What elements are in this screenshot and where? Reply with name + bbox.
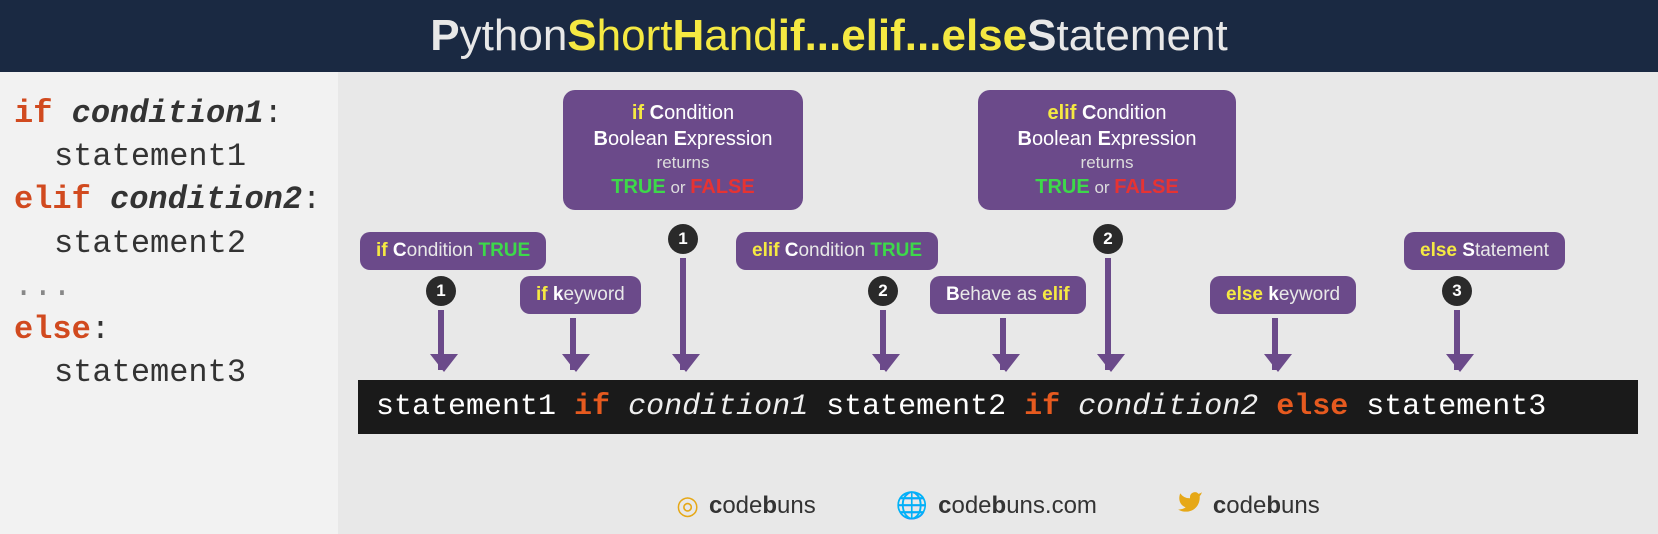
callout-elif-condition: elif Condition Boolean Expression return… (978, 90, 1236, 210)
instagram-link[interactable]: ◎ codebuns (676, 490, 815, 521)
page-title: Python ShortHand if...elif...else Statem… (0, 0, 1658, 72)
badge-1: 1 (426, 276, 456, 306)
callout-if-keyword: if keyword (520, 276, 641, 314)
code-line-3: elif condition2: (14, 178, 328, 221)
badge-2: 2 (868, 276, 898, 306)
code-panel: if condition1: statement1 elif condition… (0, 72, 338, 534)
code-line-5: ... (14, 265, 328, 308)
callout-else-keyword: else keyword (1210, 276, 1356, 314)
arrow-behave (1000, 318, 1006, 370)
callout-behave-elif: Behave as elif (930, 276, 1086, 314)
badge-3: 3 (1442, 276, 1472, 306)
arrow-big-1 (680, 258, 686, 370)
badge-big-1: 1 (668, 224, 698, 254)
callout-if-condition: if Condition Boolean Expression returns … (563, 90, 803, 210)
code-line-1: if condition1: (14, 92, 328, 135)
footer-credits: ◎ codebuns 🌐 codebuns.com codebuns (338, 489, 1658, 522)
arrow-big-2 (1105, 258, 1111, 370)
twitter-link[interactable]: codebuns (1177, 489, 1320, 522)
instagram-icon: ◎ (676, 490, 699, 521)
arrow-if-kw (570, 318, 576, 370)
code-line-4: statement2 (14, 222, 328, 265)
arrow-else-kw (1272, 318, 1278, 370)
code-line-7: statement3 (14, 351, 328, 394)
callout-if-true: if Condition TRUE (360, 232, 546, 270)
main-content: if condition1: statement1 elif condition… (0, 72, 1658, 534)
code-line-2: statement1 (14, 135, 328, 178)
callout-else-statement: else Statement (1404, 232, 1565, 270)
website-link[interactable]: 🌐 codebuns.com (896, 490, 1097, 521)
twitter-icon (1177, 489, 1203, 522)
code-line-6: else: (14, 308, 328, 351)
arrow-1 (438, 310, 444, 370)
callout-elif-true: elif Condition TRUE (736, 232, 938, 270)
arrow-2 (880, 310, 886, 370)
shorthand-code-strip: statement1 if condition1 statement2 if c… (358, 380, 1638, 434)
diagram-area: if Condition Boolean Expression returns … (338, 72, 1658, 534)
arrow-3 (1454, 310, 1460, 370)
badge-big-2: 2 (1093, 224, 1123, 254)
globe-icon: 🌐 (896, 490, 928, 521)
